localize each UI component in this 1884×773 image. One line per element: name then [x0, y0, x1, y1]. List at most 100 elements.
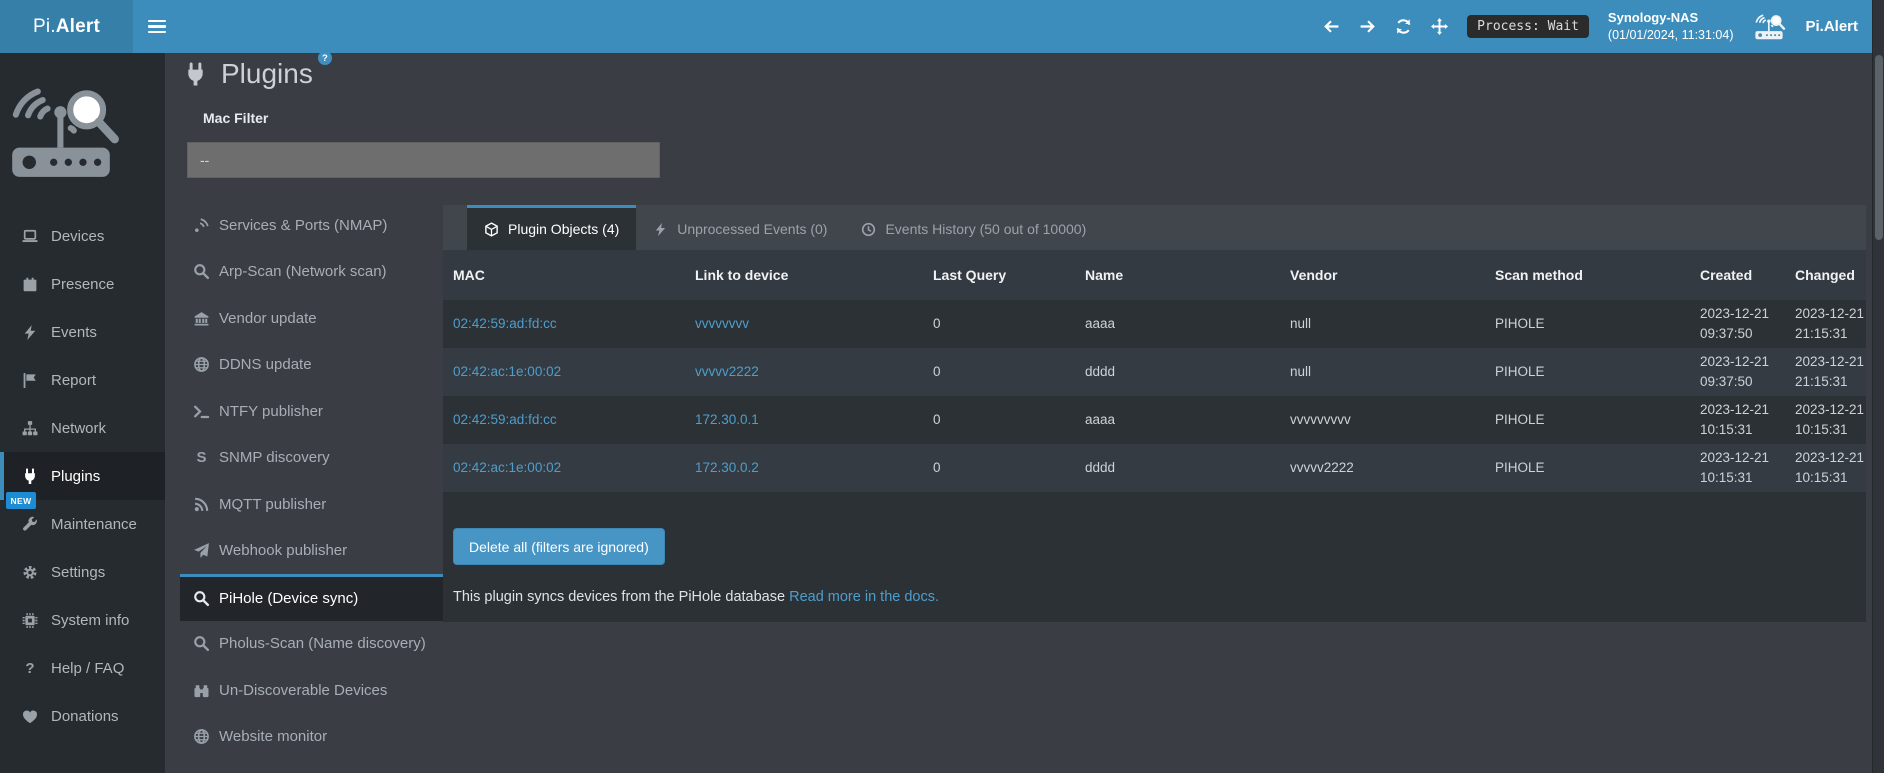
plugin-item-arp-scan-network-scan[interactable]: Arp-Scan (Network scan): [180, 249, 463, 296]
plugin-item-vendor-update[interactable]: Vendor update: [180, 295, 463, 342]
binoculars-icon: [193, 682, 210, 699]
brand-bold: Alert: [56, 16, 100, 38]
paper-plane-icon: [193, 542, 210, 559]
cell-mac: 02:42:ac:1e:00:02: [443, 444, 685, 492]
cell-scan-method: PIHOLE: [1485, 444, 1690, 492]
plugin-item-label: NTFY publisher: [219, 403, 323, 420]
column-header-mac[interactable]: MAC: [443, 250, 685, 300]
snmp-icon: S: [193, 449, 210, 466]
scrollbar-thumb[interactable]: [1875, 55, 1883, 240]
plugin-item-pihole-device-sync[interactable]: PiHole (Device sync): [180, 574, 463, 621]
app-name: Pi.Alert: [1805, 18, 1858, 35]
help-badge[interactable]: ?: [318, 51, 332, 65]
sidebar-item-label: Devices: [51, 228, 104, 245]
terminal-icon: [193, 403, 210, 420]
sidebar-item-help-faq[interactable]: ?Help / FAQ: [0, 644, 165, 692]
host-info: Synology-NAS (01/01/2024, 11:31:04): [1608, 9, 1734, 45]
column-header-created[interactable]: Created: [1690, 250, 1785, 300]
cell-link[interactable]: 02:42:59:ad:fd:cc: [453, 412, 557, 427]
question-icon: ?: [20, 660, 40, 677]
globe-icon: [193, 728, 210, 745]
tab-plugin-objects-4[interactable]: Plugin Objects (4): [467, 205, 636, 250]
cell-link[interactable]: 02:42:59:ad:fd:cc: [453, 316, 557, 331]
sitemap-icon: [20, 420, 40, 437]
top-bar: Pi.Alert Process: Wait Synology-NAS (01/…: [0, 0, 1872, 53]
sidebar-item-maintenance[interactable]: NEWMaintenance: [0, 500, 165, 548]
brand-logo[interactable]: Pi.Alert: [0, 0, 133, 53]
cell-link[interactable]: 02:42:ac:1e:00:02: [453, 364, 561, 379]
plugin-item-website-monitor[interactable]: Website monitor: [180, 714, 463, 761]
cell-scan-method: PIHOLE: [1485, 300, 1690, 348]
sidebar-item-presence[interactable]: Presence: [0, 260, 165, 308]
laptop-icon: [20, 228, 40, 245]
forward-arrow-icon[interactable]: [1359, 18, 1376, 35]
move-icon[interactable]: [1431, 18, 1448, 35]
page-title-text: Plugins ?: [221, 58, 313, 90]
docs-link[interactable]: Read more in the docs.: [789, 589, 939, 605]
sidebar-item-network[interactable]: Network: [0, 404, 165, 452]
cube-icon: [484, 222, 499, 237]
page-title: Plugins ?: [183, 58, 313, 90]
column-header-vendor[interactable]: Vendor: [1280, 250, 1485, 300]
plugin-item-ntfy-publisher[interactable]: NTFY publisher: [180, 388, 463, 435]
plugin-item-pholus-scan-name-discovery[interactable]: Pholus-Scan (Name discovery): [180, 621, 463, 668]
sidebar-item-settings[interactable]: Settings: [0, 548, 165, 596]
cell-created: 2023-12-21 10:15:31: [1690, 396, 1785, 444]
tab-events-history-50-out-of-10000[interactable]: Events History (50 out of 10000): [844, 205, 1103, 250]
plugin-item-label: SNMP discovery: [219, 449, 330, 466]
column-header-last-query[interactable]: Last Query: [923, 250, 1075, 300]
page-scrollbar[interactable]: [1872, 0, 1884, 773]
refresh-icon[interactable]: [1395, 18, 1412, 35]
table-row: 02:42:59:ad:fd:cc172.30.0.10aaaavvvvvvvv…: [443, 396, 1866, 444]
column-header-scan-method[interactable]: Scan method: [1485, 250, 1690, 300]
column-header-changed[interactable]: Changed: [1785, 250, 1866, 300]
plugin-item-un-discoverable-devices[interactable]: Un-Discoverable Devices: [180, 667, 463, 714]
cell-link[interactable]: vvvvv2222: [695, 364, 759, 379]
sidebar-item-label: Settings: [51, 564, 105, 581]
cell-link[interactable]: 172.30.0.2: [695, 460, 759, 475]
cell-created: 2023-12-21 10:15:31: [1690, 444, 1785, 492]
delete-all-button[interactable]: Delete all (filters are ignored): [453, 528, 665, 565]
plugin-item-label: Arp-Scan (Network scan): [219, 263, 387, 280]
sidebar-item-label: Network: [51, 420, 106, 437]
topbar-right-cluster: Process: Wait Synology-NAS (01/01/2024, …: [1323, 9, 1872, 45]
plugin-item-ddns-update[interactable]: DDNS update: [180, 342, 463, 389]
cell-link[interactable]: vvvvvvvv: [695, 316, 749, 331]
column-header-name[interactable]: Name: [1075, 250, 1280, 300]
plugin-item-snmp-discovery[interactable]: S SNMP discovery: [180, 435, 463, 482]
tab-label: Events History (50 out of 10000): [885, 221, 1086, 237]
tab-unprocessed-events-0[interactable]: Unprocessed Events (0): [636, 205, 844, 250]
sidebar-item-devices[interactable]: Devices: [0, 212, 165, 260]
column-header-link-to-device[interactable]: Link to device: [685, 250, 923, 300]
sidebar-item-system-info[interactable]: System info: [0, 596, 165, 644]
sidebar-item-donations[interactable]: Donations: [0, 692, 165, 740]
sidebar-item-report[interactable]: Report: [0, 356, 165, 404]
search-icon: [193, 263, 210, 280]
calendar-icon: [20, 276, 40, 293]
cell-last-query: 0: [923, 348, 1075, 396]
flag-icon: [20, 372, 40, 389]
back-arrow-icon[interactable]: [1323, 18, 1340, 35]
sidebar-item-label: Events: [51, 324, 97, 341]
plugin-item-label: Un-Discoverable Devices: [219, 682, 387, 699]
sidebar-item-events[interactable]: Events: [0, 308, 165, 356]
signal-icon: [193, 217, 210, 234]
table-row: 02:42:59:ad:fd:ccvvvvvvvv0aaaanullPIHOLE…: [443, 300, 1866, 348]
hamburger-menu-icon[interactable]: [148, 20, 166, 34]
plugin-item-webhook-publisher[interactable]: Webhook publisher: [180, 528, 463, 575]
plugin-item-mqtt-publisher[interactable]: MQTT publisher: [180, 481, 463, 528]
mac-filter-input[interactable]: [187, 142, 660, 178]
chip-icon: [20, 612, 40, 629]
bolt-icon: [653, 222, 668, 237]
plugin-item-services-ports-nmap[interactable]: Services & Ports (NMAP): [180, 202, 463, 249]
heart-icon: [20, 708, 40, 725]
plug-icon: [20, 468, 40, 485]
plugin-item-label: Vendor update: [219, 310, 317, 327]
host-timestamp: (01/01/2024, 11:31:04): [1608, 27, 1734, 45]
cell-mac: 02:42:59:ad:fd:cc: [443, 300, 685, 348]
cell-link[interactable]: 172.30.0.1: [695, 412, 759, 427]
cell-scan-method: PIHOLE: [1485, 396, 1690, 444]
bank-icon: [193, 310, 210, 327]
pialert-logo-icon: [0, 77, 122, 189]
cell-link[interactable]: 02:42:ac:1e:00:02: [453, 460, 561, 475]
